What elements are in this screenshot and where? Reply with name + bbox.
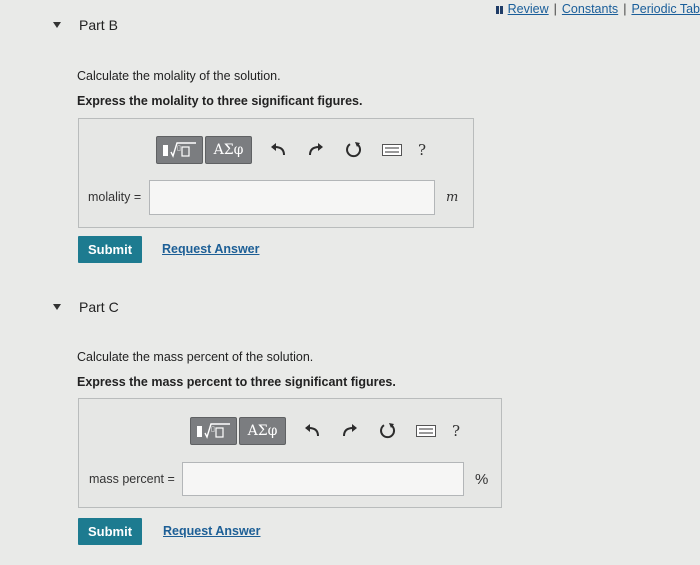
submit-button[interactable]: Submit bbox=[78, 518, 142, 545]
collapse-caret-icon[interactable] bbox=[53, 22, 61, 28]
templates-button[interactable]: ▯ bbox=[190, 417, 237, 445]
templates-icon: ▯ bbox=[162, 142, 196, 158]
help-icon[interactable]: ? bbox=[452, 422, 460, 440]
templates-button[interactable]: ▯ bbox=[156, 136, 203, 164]
reset-icon[interactable] bbox=[376, 419, 400, 443]
math-toolbar: ▯ ΑΣφ ? bbox=[156, 136, 426, 164]
request-answer-link[interactable]: Request Answer bbox=[163, 524, 260, 538]
unit-label: m bbox=[446, 190, 459, 205]
part-title: Part C bbox=[79, 299, 119, 315]
reset-icon[interactable] bbox=[342, 138, 366, 162]
field-label: molality = bbox=[88, 190, 142, 204]
part-title: Part B bbox=[79, 17, 118, 33]
greek-letters-button[interactable]: ΑΣφ bbox=[239, 417, 286, 445]
keyboard-icon[interactable] bbox=[380, 138, 404, 162]
instruction-text: Express the molality to three significan… bbox=[77, 94, 363, 108]
undo-icon[interactable] bbox=[300, 419, 324, 443]
submit-button[interactable]: Submit bbox=[78, 236, 142, 263]
redo-icon[interactable] bbox=[338, 419, 362, 443]
keyboard-icon[interactable] bbox=[414, 419, 438, 443]
redo-icon[interactable] bbox=[304, 138, 328, 162]
question-text: Calculate the mass percent of the soluti… bbox=[77, 350, 314, 364]
templates-icon: ▯ bbox=[196, 423, 230, 439]
part-c-header[interactable]: Part C bbox=[0, 288, 700, 328]
svg-text:▯: ▯ bbox=[177, 144, 181, 152]
answer-box: ▯ ΑΣφ ? mass percent = % bbox=[78, 398, 502, 508]
greek-letters-button[interactable]: ΑΣφ bbox=[205, 136, 252, 164]
molality-input[interactable] bbox=[149, 180, 435, 215]
question-text: Calculate the molality of the solution. bbox=[77, 69, 281, 83]
answer-box: ▯ ΑΣφ ? molality = m bbox=[78, 118, 474, 228]
mass-percent-input[interactable] bbox=[182, 462, 464, 496]
svg-text:▯: ▯ bbox=[211, 425, 215, 433]
undo-icon[interactable] bbox=[266, 138, 290, 162]
field-label: mass percent = bbox=[89, 472, 175, 486]
collapse-caret-icon[interactable] bbox=[53, 304, 61, 310]
help-icon[interactable]: ? bbox=[418, 141, 426, 159]
instruction-text: Express the mass percent to three signif… bbox=[77, 375, 396, 389]
unit-label: % bbox=[475, 471, 489, 488]
math-toolbar: ▯ ΑΣφ ? bbox=[190, 417, 460, 445]
part-b-header[interactable]: Part B bbox=[0, 6, 700, 46]
request-answer-link[interactable]: Request Answer bbox=[162, 242, 259, 256]
